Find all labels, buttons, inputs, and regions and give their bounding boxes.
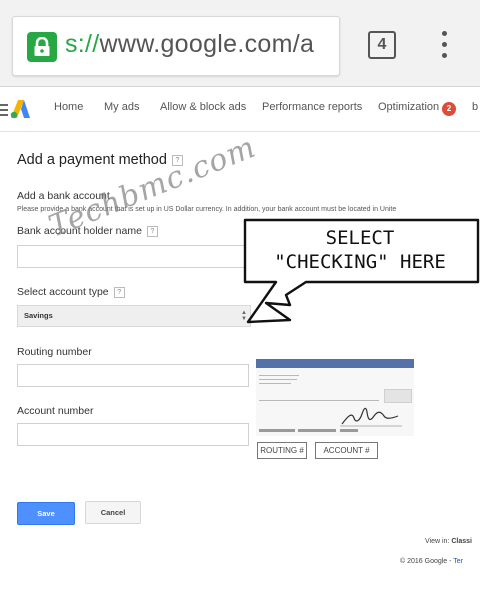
callout-line-1: SELECT bbox=[325, 227, 395, 249]
callout-bubble bbox=[243, 218, 480, 324]
callout-line-2: "CHECKING" HERE bbox=[274, 251, 446, 273]
callout-text: SELECT "CHECKING" HERE bbox=[246, 226, 474, 274]
